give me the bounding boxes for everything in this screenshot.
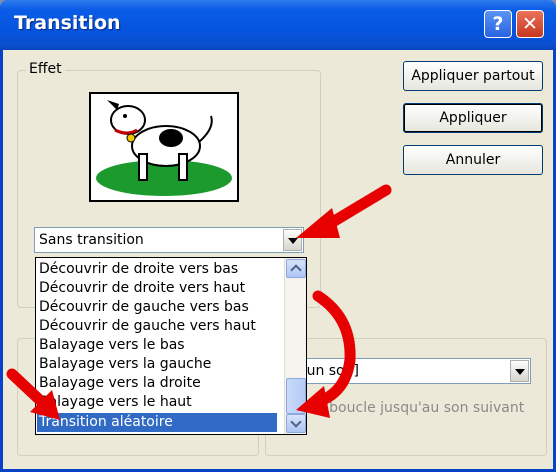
- scrollbar-thumb[interactable]: [286, 378, 306, 414]
- list-item[interactable]: Balayage vers le haut: [37, 393, 277, 412]
- close-icon[interactable]: ✕: [516, 10, 544, 38]
- list-item[interactable]: Découvrir de droite vers haut: [37, 279, 277, 298]
- list-item[interactable]: Découvrir de gauche vers bas: [37, 298, 277, 317]
- chevron-down-icon[interactable]: [286, 414, 306, 433]
- cancel-button[interactable]: Annuler: [403, 145, 543, 175]
- sound-select[interactable]: ucun son]: [285, 358, 531, 384]
- window-title: Transition: [14, 12, 121, 34]
- list-item-selected[interactable]: Transition aléatoire: [37, 413, 277, 432]
- effect-dropdown-list[interactable]: Découvrir de droite vers bas Découvrir d…: [35, 257, 307, 435]
- list-item[interactable]: Balayage vers le bas: [37, 336, 277, 355]
- transition-dialog: Transition ? ✕ Effet Sans transition App…: [0, 0, 556, 472]
- title-bar[interactable]: Transition ? ✕: [0, 0, 556, 50]
- loop-checkbox-label[interactable]: En boucle jusqu'au son suivant: [307, 400, 524, 416]
- dog-illustration: [96, 100, 232, 196]
- effect-select-value: Sans transition: [39, 232, 144, 248]
- list-item[interactable]: Balayage vers la gauche: [37, 355, 277, 374]
- apply-all-button[interactable]: Appliquer partout: [403, 61, 543, 91]
- chevron-down-icon[interactable]: [510, 360, 529, 382]
- help-icon[interactable]: ?: [484, 10, 512, 38]
- chevron-down-icon[interactable]: [283, 229, 302, 251]
- apply-button[interactable]: Appliquer: [403, 103, 543, 133]
- list-item[interactable]: Balayage vers la droite: [37, 374, 277, 393]
- sound-group: [265, 338, 547, 456]
- list-item[interactable]: Découvrir de droite vers bas: [37, 260, 277, 279]
- effect-group-label: Effet: [26, 61, 65, 77]
- effect-select[interactable]: Sans transition: [34, 227, 304, 253]
- list-item[interactable]: Découvrir de gauche vers haut: [37, 317, 277, 336]
- chevron-up-icon[interactable]: [286, 259, 306, 278]
- dropdown-scrollbar[interactable]: [284, 258, 306, 434]
- transition-preview-image: [89, 92, 239, 202]
